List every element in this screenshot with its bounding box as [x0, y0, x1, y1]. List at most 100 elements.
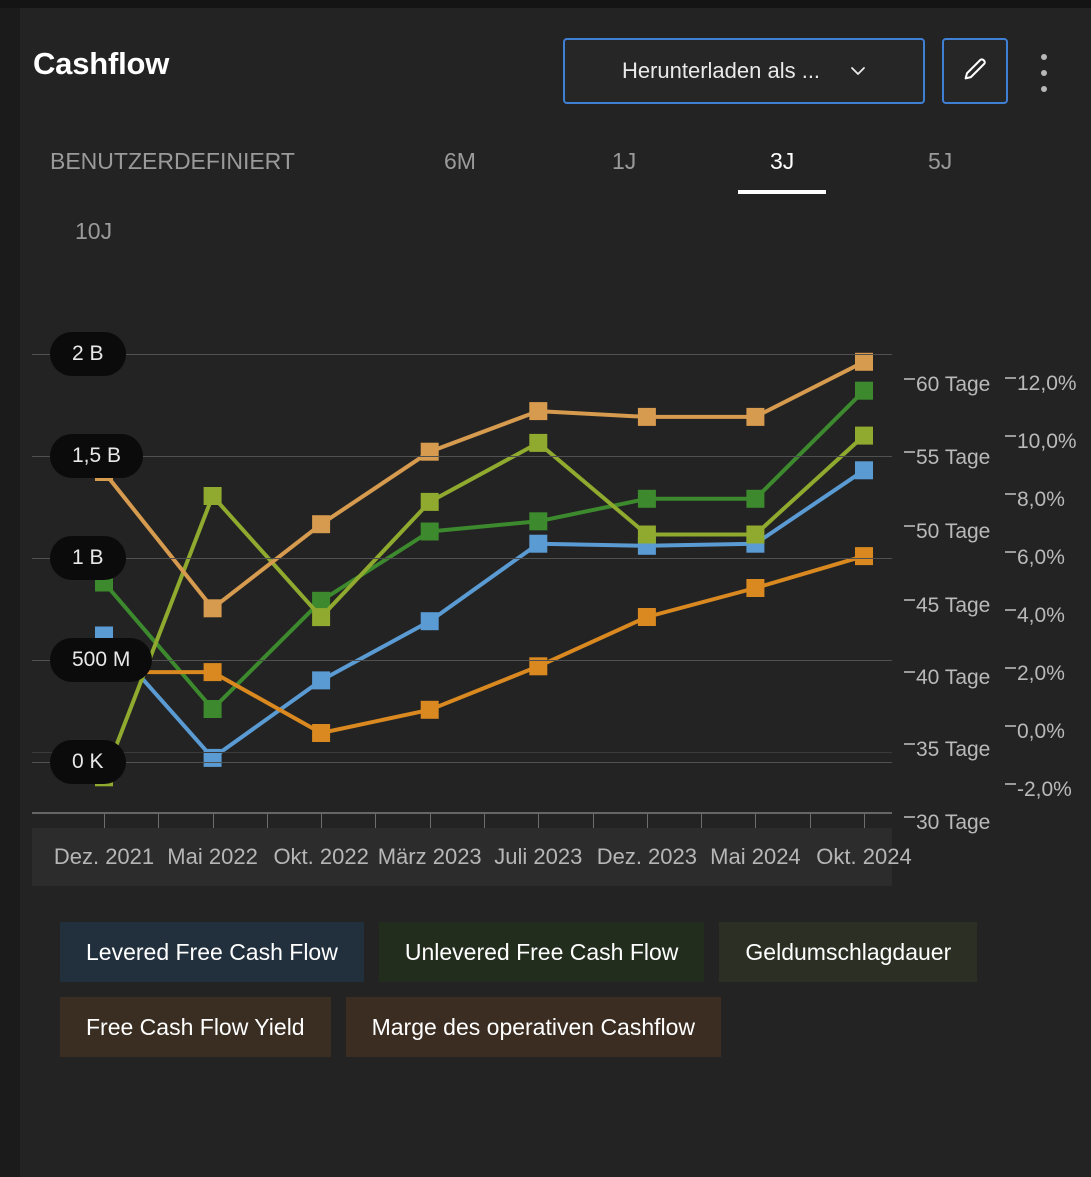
edit-button[interactable]: [942, 38, 1008, 104]
legend-item-5[interactable]: Marge des operativen Cashflow: [345, 997, 722, 1057]
x-axis-tick: [755, 814, 757, 828]
axis-tick-dash: [1005, 551, 1016, 553]
legend-item-3[interactable]: Geldumschlagdauer: [719, 922, 978, 982]
series-marker[interactable]: [420, 442, 439, 461]
series-marker[interactable]: [312, 671, 331, 690]
axis-tick-dash: [1005, 667, 1016, 669]
y-axis-label-percent-text: 12,0%: [1017, 372, 1077, 395]
window-top-strip: [0, 0, 1091, 8]
x-axis-minor-tick: [592, 814, 594, 828]
y-axis-label-days: 30 Tage: [904, 811, 990, 835]
y-axis-label-currency: 2 B: [50, 332, 126, 376]
series-marker[interactable]: [529, 402, 548, 421]
x-axis-tick: [864, 814, 865, 828]
x-axis-minor-tick: [266, 814, 268, 828]
y-axis-label-days-text: 55 Tage: [916, 446, 991, 469]
app-root: Cashflow Herunterladen als ... BENUTZERD…: [0, 0, 1091, 1177]
series-marker[interactable]: [746, 525, 765, 544]
tab-5j[interactable]: 5J: [928, 148, 952, 175]
x-axis-label: Mai 2024: [710, 844, 801, 869]
x-axis-tick: [429, 814, 431, 828]
series-marker[interactable]: [855, 547, 873, 566]
x-axis-minor-tick: [375, 814, 377, 828]
x-axis-tick: [538, 814, 540, 828]
y-axis-label-days: 55 Tage: [904, 446, 990, 470]
series-marker[interactable]: [312, 724, 331, 742]
series-marker[interactable]: [529, 512, 548, 531]
x-axis-minor-tick: [809, 814, 811, 828]
axis-tick-dash: [904, 525, 915, 527]
series-marker[interactable]: [420, 492, 439, 511]
y-axis-label-percent-text: 10,0%: [1017, 430, 1077, 453]
series-marker[interactable]: [746, 407, 765, 426]
axis-tick-dash: [904, 378, 915, 380]
x-axis-tick: [104, 814, 105, 828]
y-axis-label-percent: 12,0%: [1005, 372, 1077, 396]
y-axis-label-currency: 0 K: [50, 740, 126, 784]
tab-1j[interactable]: 1J: [612, 148, 636, 175]
tab-10j[interactable]: 10J: [75, 218, 112, 245]
y-axis-label-percent-text: 4,0%: [1017, 604, 1065, 627]
tab-active-underline: [738, 190, 827, 194]
more-options-button[interactable]: [1030, 54, 1058, 92]
legend-item-1[interactable]: Levered Free Cash Flow: [60, 922, 364, 982]
series-marker[interactable]: [420, 700, 439, 719]
legend-item-4[interactable]: Free Cash Flow Yield: [60, 997, 331, 1057]
legend-item-label: Free Cash Flow Yield: [86, 1013, 305, 1040]
axis-tick-dash: [904, 599, 915, 601]
tab-label: 1J: [612, 148, 637, 174]
kebab-dot-3: [1041, 86, 1047, 92]
series-marker[interactable]: [855, 426, 873, 445]
axis-tick-dash: [1005, 377, 1016, 379]
series-marker[interactable]: [529, 433, 548, 452]
series-marker[interactable]: [637, 489, 656, 508]
chevron-down-icon: [850, 63, 866, 79]
tab-6m[interactable]: 6M: [444, 148, 476, 175]
legend-item-label: Marge des operativen Cashflow: [371, 1013, 696, 1040]
series-marker[interactable]: [203, 700, 222, 718]
series-marker[interactable]: [855, 381, 873, 400]
series-marker[interactable]: [855, 352, 873, 371]
grid-line: [32, 558, 892, 559]
kebab-dot-1: [1041, 54, 1047, 60]
y-axis-label-percent-text: 6,0%: [1017, 546, 1065, 569]
series-marker[interactable]: [312, 515, 331, 534]
y-axis-label-days-text: 30 Tage: [916, 811, 991, 834]
y-axis-label-percent: 4,0%: [1005, 604, 1065, 628]
kebab-dot-2: [1041, 70, 1047, 76]
y-axis-label-days: 50 Tage: [904, 520, 990, 544]
x-axis-tick: [321, 814, 323, 828]
series-marker[interactable]: [312, 608, 331, 627]
x-axis-label: Dez. 2023: [596, 844, 697, 869]
series-marker[interactable]: [855, 461, 873, 480]
y-axis-label-percent-text: 8,0%: [1017, 488, 1065, 511]
series-marker[interactable]: [637, 407, 656, 426]
legend-item-2[interactable]: Unlevered Free Cash Flow: [378, 922, 705, 982]
y-axis-label-days-text: 50 Tage: [916, 520, 991, 543]
axis-tick-dash: [1005, 493, 1016, 495]
y-axis-label-percent: 6,0%: [1005, 546, 1065, 570]
series-marker[interactable]: [420, 612, 439, 631]
series-marker[interactable]: [637, 608, 656, 626]
series-marker[interactable]: [203, 663, 222, 682]
tab-label: 10J: [75, 218, 113, 244]
grid-line: [32, 456, 892, 457]
download-as-button[interactable]: Herunterladen als ...: [563, 38, 925, 104]
series-marker[interactable]: [203, 487, 222, 505]
series-marker[interactable]: [420, 522, 439, 541]
series-marker[interactable]: [746, 579, 765, 597]
y-axis-label-percent: 8,0%: [1005, 488, 1065, 512]
y-axis-label-percent-text: 2,0%: [1017, 662, 1065, 685]
download-as-label: Herunterladen als ...: [621, 58, 821, 83]
chart-area: 2 B 1,5 B 1 B 500 M 0 K Dez. 2021 Mai 2022 Okt…: [20, 290, 1077, 908]
grid-line: [32, 762, 892, 763]
series-marker[interactable]: [746, 489, 765, 508]
series-marker[interactable]: [203, 599, 222, 618]
series-marker[interactable]: [637, 525, 656, 544]
tab-benutzerdefiniert[interactable]: BENUTZERDEFINIERT: [50, 148, 295, 175]
y-axis-label-percent-text: -2,0%: [1017, 778, 1072, 801]
tab-3j[interactable]: 3J: [738, 148, 827, 194]
series-marker[interactable]: [529, 534, 548, 553]
chart-legend: Levered Free Cash Flow Unlevered Free Cas…: [60, 922, 1060, 1057]
cashflow-card: Cashflow Herunterladen als ... BENUTZERD…: [20, 8, 1091, 1177]
